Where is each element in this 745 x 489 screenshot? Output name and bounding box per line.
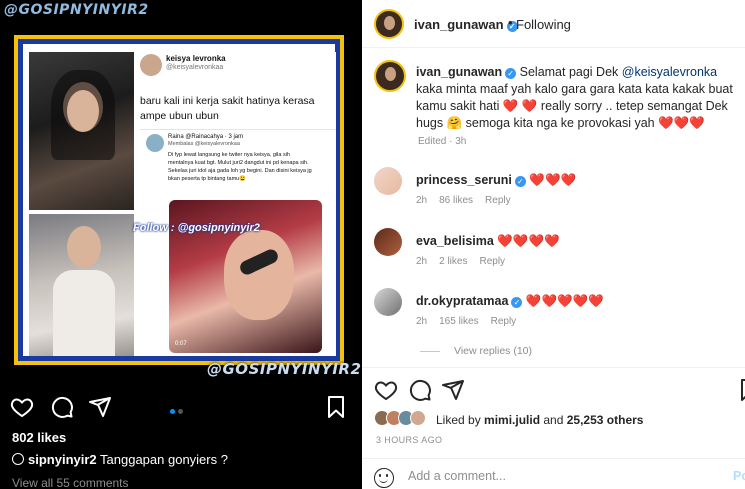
- view-replies-line: [420, 350, 440, 352]
- comment-item: princess_seruni ✓ ❤️❤️❤️ 2h 86 likes Reply: [374, 167, 744, 211]
- comment-time: 2h: [416, 195, 428, 206]
- post-timestamp[interactable]: 3 HOURS AGO: [376, 435, 442, 445]
- bookmark-icon[interactable]: [737, 378, 745, 402]
- comment-input[interactable]: [408, 469, 728, 483]
- comment-item: eva_belisima ❤️❤️❤️❤️ 2h 2 likes Reply: [374, 228, 744, 272]
- comment-line: eva_belisima ❤️❤️❤️❤️: [416, 234, 560, 249]
- left-caption-user: [12, 453, 24, 465]
- post-image-border: keisya levronka @keisyalevronkaa baru ka…: [18, 39, 340, 361]
- watermark-bottom: @GOSIPNYINYIR2: [207, 360, 362, 378]
- post-media-panel: @GOSIPNYINYIR2 keisya levronka @keisyale…: [0, 0, 362, 489]
- comment-time: 2h: [416, 256, 428, 267]
- left-caption-username[interactable]: sipnyinyir2: [28, 452, 97, 467]
- comment-likes[interactable]: 2 likes: [439, 256, 467, 267]
- caption-hearts: ❤️ ❤️: [502, 99, 538, 113]
- caption-text: ivan_gunawan ✓ Selamat pagi Dek @keisyale…: [416, 65, 733, 130]
- comment-text: ❤️❤️❤️❤️: [497, 234, 560, 248]
- reply-sub: Membalas @keisyalevronkaa: [168, 141, 240, 147]
- verified-badge-icon: ✓: [505, 68, 517, 79]
- view-all-comments-link[interactable]: View all 55 comments: [12, 476, 129, 489]
- following-button[interactable]: Following: [516, 17, 571, 32]
- reply-name: Raina @Rainacahya · 3 jam: [168, 134, 244, 140]
- left-caption: sipnyinyir2 Tanggapan gonyiers ?: [12, 452, 228, 467]
- comment-item: dr.okypratamaa ✓ ❤️❤️❤️❤️❤️ 2h 165 likes Re…: [374, 288, 744, 332]
- comment-line: princess_seruni ✓ ❤️❤️❤️: [416, 173, 576, 188]
- post-comment-button[interactable]: Post: [733, 469, 745, 483]
- caption-hearts-end: ❤️❤️❤️: [658, 116, 705, 130]
- post-details-panel: ivan_gunawan ✓ • Following ivan_gunawan ✓ …: [362, 0, 745, 489]
- comment-username[interactable]: dr.okypratamaa: [416, 294, 508, 308]
- watermark-top: @GOSIPNYINYIR2: [4, 2, 149, 18]
- tweet-divider: [140, 129, 336, 130]
- comment-meta: 2h 165 likes Reply: [416, 316, 528, 327]
- comment-avatar[interactable]: [374, 288, 402, 316]
- follow-watermark: Follow : @gosipnyinyir2: [133, 222, 260, 234]
- comment-meta: 2h 86 likes Reply: [416, 195, 523, 206]
- post-image-content: keisya levronka @keisyalevronkaa baru ka…: [23, 44, 336, 356]
- comment-avatar[interactable]: [374, 228, 402, 256]
- bookmark-icon[interactable]: [324, 395, 348, 419]
- liked-by-text: Liked by mimi.julid and 25,253 others: [436, 413, 644, 427]
- post-header: ivan_gunawan ✓ • Following: [362, 0, 745, 48]
- comment-text: ❤️❤️❤️: [529, 173, 577, 187]
- comment-username[interactable]: princess_seruni: [416, 173, 512, 187]
- carousel-dot-active: [170, 409, 175, 414]
- tweet-name: keisya levronka: [166, 54, 226, 63]
- tweet-screenshot: keisya levronka @keisyalevronkaa baru ka…: [136, 52, 336, 356]
- comment-username[interactable]: eva_belisima: [416, 234, 494, 248]
- comment-time: 2h: [416, 316, 428, 327]
- comment-likes[interactable]: 165 likes: [439, 316, 478, 327]
- comment-icon[interactable]: [50, 395, 74, 419]
- left-likes-count[interactable]: 802 likes: [12, 430, 66, 445]
- author-username[interactable]: ivan_gunawan ✓: [414, 17, 518, 32]
- reply-button[interactable]: Reply: [479, 256, 505, 267]
- carousel-dot: [178, 409, 183, 414]
- caption-meta: Edited · 3h: [418, 136, 467, 147]
- post-image[interactable]: keisya levronka @keisyalevronkaa baru ka…: [14, 35, 344, 365]
- liked-by-others-link[interactable]: 25,253 others: [567, 413, 644, 427]
- liker-avatar: [410, 410, 426, 426]
- photo-singer-man: [29, 214, 134, 356]
- video-time: 0:07: [175, 341, 187, 347]
- comment-icon[interactable]: [408, 378, 432, 402]
- comment-likes[interactable]: 86 likes: [439, 195, 473, 206]
- liked-by-user-link[interactable]: mimi.julid: [484, 413, 540, 427]
- photo-singer-woman: [29, 52, 134, 210]
- view-replies-link[interactable]: View replies (10): [420, 345, 532, 357]
- heart-icon[interactable]: [374, 378, 398, 402]
- comment-avatar[interactable]: [374, 167, 402, 195]
- comment-line: dr.okypratamaa ✓ ❤️❤️❤️❤️❤️: [416, 294, 604, 309]
- author-avatar[interactable]: [374, 9, 404, 39]
- carousel-dots: [170, 402, 186, 417]
- action-bar: [362, 367, 745, 407]
- header-separator: •: [508, 15, 513, 30]
- verified-badge-icon: ✓: [511, 297, 523, 308]
- reply-button[interactable]: Reply: [491, 316, 517, 327]
- reply-text: Di fyp lewat langsung ke twiter nya keis…: [168, 152, 312, 182]
- add-comment-bar: Post: [362, 458, 745, 489]
- left-caption-text: Tanggapan gonyiers ?: [100, 452, 228, 467]
- caption-avatar[interactable]: [374, 60, 406, 92]
- tweet-handle: @keisyalevronkaa: [166, 64, 224, 71]
- caption-mention-link[interactable]: @keisyalevronka: [622, 65, 717, 79]
- comment-meta: 2h 2 likes Reply: [416, 256, 517, 267]
- tweet-text: baru kali ini kerja sakit hatinya kerasa…: [140, 95, 315, 122]
- tweet-avatar: [140, 54, 162, 76]
- caption-username[interactable]: ivan_gunawan: [416, 65, 502, 79]
- comment-text: ❤️❤️❤️❤️❤️: [525, 294, 604, 308]
- reply-button[interactable]: Reply: [485, 195, 511, 206]
- reply-avatar: [146, 134, 164, 152]
- verified-badge-icon: ✓: [514, 176, 526, 187]
- share-icon[interactable]: [441, 378, 465, 402]
- share-icon[interactable]: [88, 395, 112, 419]
- heart-icon[interactable]: [10, 395, 34, 419]
- emoji-icon[interactable]: [374, 468, 394, 488]
